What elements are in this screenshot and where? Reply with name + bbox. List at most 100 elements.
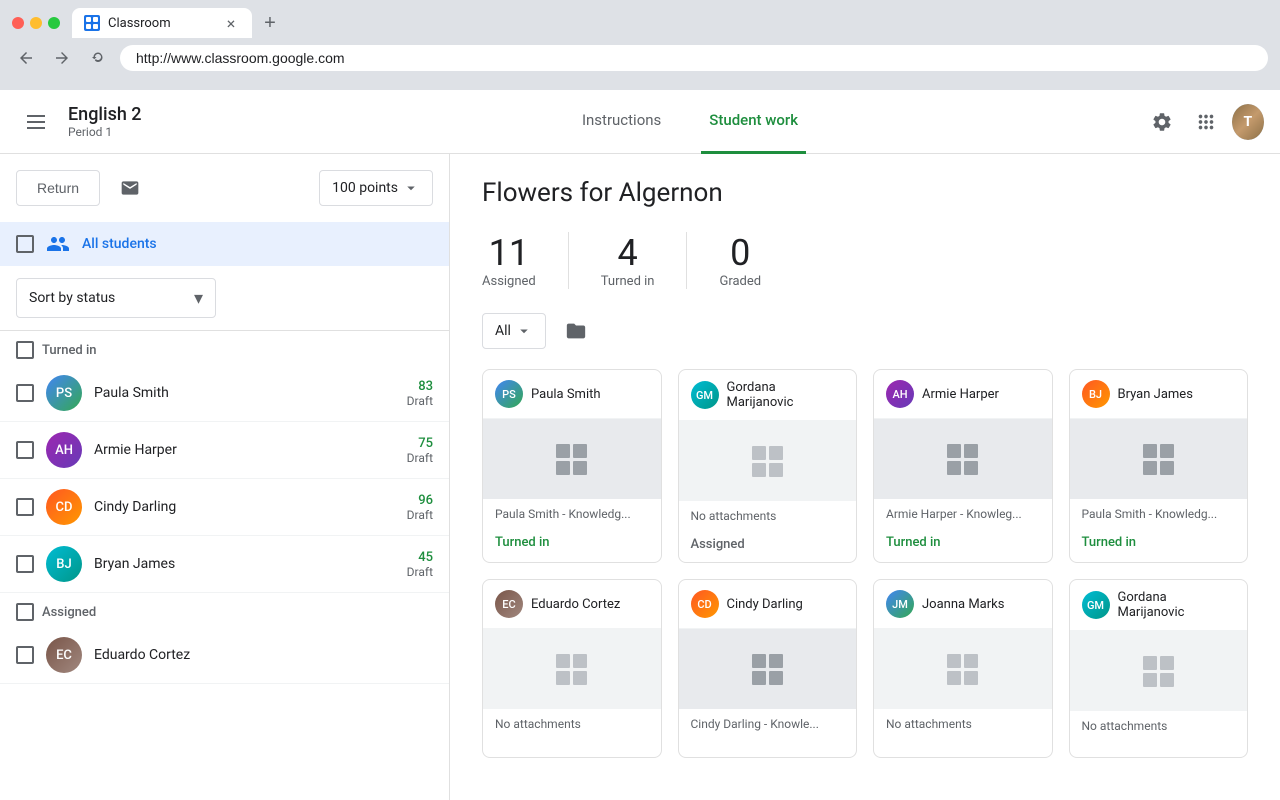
- card-status: [874, 739, 1052, 755]
- student-row[interactable]: PS Paula Smith 83 Draft: [0, 365, 449, 422]
- student-grade: 45 Draft: [407, 550, 433, 579]
- close-window-button[interactable]: [12, 17, 24, 29]
- student-row[interactable]: BJ Bryan James 45 Draft: [0, 536, 449, 593]
- card-file-name: No attachments: [483, 709, 661, 739]
- stat-graded-num: 0: [730, 232, 750, 274]
- back-button[interactable]: [12, 44, 40, 72]
- tab-instructions[interactable]: Instructions: [574, 90, 669, 154]
- card-avatar: GM: [691, 381, 719, 409]
- card-status: [1070, 741, 1248, 757]
- card-student-name: Gordana Marijanovic: [1118, 590, 1236, 620]
- apps-button[interactable]: [1188, 102, 1224, 142]
- card-file-name: Armie Harper - Knowleg...: [874, 499, 1052, 529]
- all-students-checkbox[interactable]: [16, 235, 34, 253]
- header-right: T: [1144, 102, 1264, 142]
- browser-tab[interactable]: Classroom ×: [72, 8, 252, 38]
- stat-assigned: 11 Assigned: [482, 232, 569, 289]
- student-checkbox[interactable]: [16, 441, 34, 459]
- student-row[interactable]: AH Armie Harper 75 Draft: [0, 422, 449, 479]
- left-sidebar: Return 100 points All students: [0, 154, 450, 800]
- address-bar[interactable]: [120, 45, 1268, 71]
- turned-in-label: Turned in: [42, 343, 97, 358]
- student-card[interactable]: EC Eduardo Cortez No attachments: [482, 579, 662, 758]
- student-row[interactable]: CD Cindy Darling 96 Draft: [0, 479, 449, 536]
- card-header: CD Cindy Darling: [679, 580, 857, 629]
- folder-button[interactable]: [558, 313, 594, 349]
- card-thumbnail: [483, 629, 661, 709]
- header-left: English 2 Period 1: [16, 102, 236, 142]
- stat-turned-in: 4 Turned in: [569, 232, 688, 289]
- student-card[interactable]: PS Paula Smith Paula Smith - Knowledg...: [482, 369, 662, 563]
- student-grade: 83 Draft: [407, 379, 433, 408]
- card-file-name: Cindy Darling - Knowle...: [679, 709, 857, 739]
- student-card[interactable]: AH Armie Harper Armie Harper - Knowleg..…: [873, 369, 1053, 563]
- card-status: Turned in: [874, 529, 1052, 560]
- turned-in-section-checkbox[interactable]: [16, 341, 34, 359]
- student-checkbox[interactable]: [16, 646, 34, 664]
- student-name: Eduardo Cortez: [94, 647, 421, 663]
- card-avatar: GM: [1082, 591, 1110, 619]
- app-container: English 2 Period 1 Instructions Student …: [0, 90, 1280, 800]
- card-avatar: JM: [886, 590, 914, 618]
- student-checkbox[interactable]: [16, 555, 34, 573]
- student-checkbox[interactable]: [16, 384, 34, 402]
- main-content: Return 100 points All students: [0, 154, 1280, 800]
- stat-graded-label: Graded: [719, 274, 761, 289]
- card-header: GM Gordana Marijanovic: [679, 370, 857, 421]
- students-icon: [46, 232, 70, 256]
- sort-by-status-selector[interactable]: Sort by status ▾: [16, 278, 216, 318]
- student-card[interactable]: BJ Bryan James Paula Smith - Knowledg...: [1069, 369, 1249, 563]
- turned-in-section-header: Turned in: [0, 331, 449, 365]
- tab-student-work[interactable]: Student work: [701, 90, 806, 154]
- tab-close-button[interactable]: ×: [222, 14, 240, 32]
- stat-assigned-label: Assigned: [482, 274, 536, 289]
- stat-graded: 0 Graded: [687, 232, 793, 289]
- card-student-name: Joanna Marks: [922, 597, 1004, 612]
- card-file-name: No attachments: [679, 501, 857, 531]
- student-card[interactable]: GM Gordana Marijanovic No attachments: [1069, 579, 1249, 758]
- student-card[interactable]: GM Gordana Marijanovic No attachments: [678, 369, 858, 563]
- card-status: [483, 739, 661, 755]
- stat-turned-in-label: Turned in: [601, 274, 655, 289]
- student-grade: 96 Draft: [407, 493, 433, 522]
- all-filter-selector[interactable]: All: [482, 313, 546, 349]
- student-name: Paula Smith: [94, 385, 395, 401]
- student-row[interactable]: EC Eduardo Cortez: [0, 627, 449, 684]
- assigned-section-header: Assigned: [0, 593, 449, 627]
- settings-button[interactable]: [1144, 102, 1180, 142]
- card-thumbnail: [1070, 631, 1248, 711]
- card-header: JM Joanna Marks: [874, 580, 1052, 629]
- student-card[interactable]: JM Joanna Marks No attachments: [873, 579, 1053, 758]
- return-button[interactable]: Return: [16, 170, 100, 206]
- new-tab-button[interactable]: +: [256, 9, 284, 37]
- maximize-window-button[interactable]: [48, 17, 60, 29]
- card-file-name: Paula Smith - Knowledg...: [483, 499, 661, 529]
- student-card[interactable]: CD Cindy Darling Cindy Darling - Knowle.…: [678, 579, 858, 758]
- card-header: PS Paula Smith: [483, 370, 661, 419]
- all-students-row[interactable]: All students: [0, 222, 449, 266]
- user-avatar[interactable]: T: [1232, 104, 1264, 140]
- card-status: Turned in: [483, 529, 661, 560]
- student-name: Cindy Darling: [94, 499, 395, 515]
- points-selector[interactable]: 100 points: [319, 170, 433, 206]
- student-checkbox[interactable]: [16, 498, 34, 516]
- mail-button[interactable]: [112, 170, 148, 206]
- tab-title: Classroom: [108, 16, 171, 31]
- card-thumbnail: [874, 419, 1052, 499]
- hamburger-button[interactable]: [16, 102, 56, 142]
- refresh-button[interactable]: [84, 44, 112, 72]
- minimize-window-button[interactable]: [30, 17, 42, 29]
- forward-button[interactable]: [48, 44, 76, 72]
- card-thumbnail: [483, 419, 661, 499]
- card-thumbnail: [874, 629, 1052, 709]
- card-thumbnail: [679, 629, 857, 709]
- card-header: AH Armie Harper: [874, 370, 1052, 419]
- card-header: GM Gordana Marijanovic: [1070, 580, 1248, 631]
- assigned-section-checkbox[interactable]: [16, 603, 34, 621]
- card-avatar: AH: [886, 380, 914, 408]
- all-filter-label: All: [495, 323, 511, 339]
- sort-label: Sort by status: [29, 290, 194, 306]
- card-avatar: PS: [495, 380, 523, 408]
- points-label: 100 points: [332, 180, 398, 196]
- assignment-title: Flowers for Algernon: [482, 178, 1248, 208]
